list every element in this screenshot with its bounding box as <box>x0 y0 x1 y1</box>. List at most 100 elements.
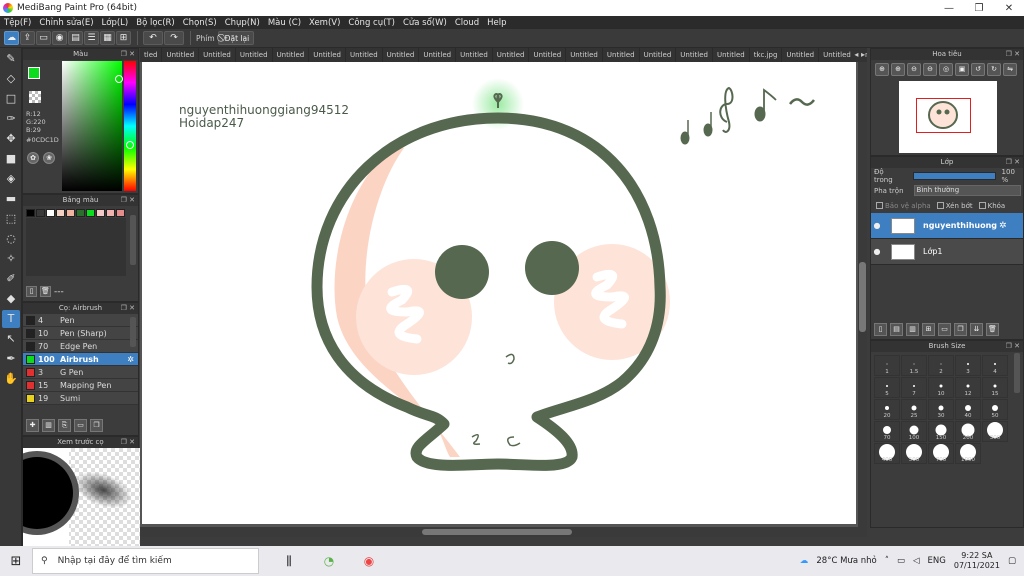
document-tab[interactable]: Untitled <box>236 48 273 62</box>
brush-size-scrollbar[interactable] <box>1014 353 1020 393</box>
list-icon[interactable]: ☰ <box>84 31 99 45</box>
zoom-out-alt-icon[interactable]: ⊖ <box>923 63 937 76</box>
lasso-icon[interactable]: ◌ <box>2 230 20 248</box>
square-select-icon[interactable]: □ <box>2 90 20 108</box>
dropper-icon[interactable]: ✒ <box>2 350 20 368</box>
document-tab[interactable]: Untitled <box>383 48 420 62</box>
select-eraser-icon[interactable]: ◆ <box>2 290 20 308</box>
brush-size-cell[interactable]: 50 <box>982 399 1008 420</box>
vertical-scrollbar[interactable] <box>858 62 867 537</box>
document-tab[interactable]: tled <box>140 48 163 62</box>
operation-icon[interactable]: ↖ <box>2 330 20 348</box>
gear-icon[interactable]: ✲ <box>999 221 1007 231</box>
transparent-swatch[interactable] <box>29 91 41 103</box>
brush-size-cell[interactable]: 30 <box>928 399 954 420</box>
document-tab[interactable]: Untitled <box>782 48 820 62</box>
brush-item[interactable]: 19 Sumi <box>23 392 138 405</box>
eye-icon[interactable]: ● <box>871 247 883 256</box>
menu-filter[interactable]: Bộ lọc(R) <box>132 18 179 28</box>
brush-size-cell[interactable]: 10 <box>928 377 954 398</box>
palette-swatch[interactable] <box>86 209 95 217</box>
merge-layer-icon[interactable]: ⇊ <box>970 323 983 336</box>
add-brush-icon[interactable]: ✚ <box>26 419 39 432</box>
volume-icon[interactable]: ◁ <box>913 556 920 566</box>
fill-rect-icon[interactable]: ■ <box>2 150 20 168</box>
drawing-canvas[interactable]: nguyenthihuonggiang94512 Hoidap247 <box>142 62 856 524</box>
hand-icon[interactable]: ✋ <box>2 370 20 388</box>
brush-size-cell[interactable]: 70 <box>874 421 900 442</box>
comment-icon[interactable]: ▭ <box>36 31 51 45</box>
brush-size-cell[interactable]: 40 <box>955 399 981 420</box>
brush-item[interactable]: 4 Pen <box>23 314 138 327</box>
layer-item-layer1[interactable]: ● Lớp1 <box>871 239 1023 265</box>
brush-size-cell[interactable]: 1 <box>874 355 900 376</box>
brush-item[interactable]: 70 Edge Pen <box>23 340 138 353</box>
brush-size-cell[interactable]: 1000 <box>955 443 981 464</box>
minimize-button[interactable]: — <box>934 3 964 14</box>
palette-swatch[interactable] <box>106 209 115 217</box>
new-palette-icon[interactable]: ▯ <box>26 286 37 297</box>
brush-size-cell[interactable]: 200 <box>955 421 981 442</box>
upload-icon[interactable]: ⇪ <box>20 31 35 45</box>
brush-size-cell[interactable]: 400 <box>874 443 900 464</box>
hue-cursor[interactable] <box>126 141 134 149</box>
brush-size-cell[interactable]: 25 <box>901 399 927 420</box>
eraser-icon[interactable]: ◇ <box>2 70 20 88</box>
duplicate-layer-icon[interactable]: ❐ <box>954 323 967 336</box>
protect-alpha-checkbox[interactable] <box>876 202 883 209</box>
new-halftone-layer-icon[interactable]: ▤ <box>890 323 903 336</box>
brush-item[interactable]: 3 G Pen <box>23 366 138 379</box>
brush-size-cell[interactable]: 20 <box>874 399 900 420</box>
menu-snap[interactable]: Chụp(N) <box>221 18 264 28</box>
document-tab[interactable]: Untitled <box>713 48 750 62</box>
palette-swatch[interactable] <box>56 209 65 217</box>
zoom-in-icon[interactable]: ⊕ <box>875 63 889 76</box>
palette-swatch[interactable] <box>36 209 45 217</box>
task-view-icon[interactable]: ⫼ <box>269 554 309 569</box>
color-picker-mode-icon[interactable]: ❀ <box>43 152 55 164</box>
flip-icon[interactable]: ⇋ <box>1003 63 1017 76</box>
delete-palette-icon[interactable]: 🗑 <box>40 286 51 297</box>
new-layer-icon[interactable]: ▯ <box>874 323 887 336</box>
navigator-view-rect[interactable] <box>916 98 971 133</box>
actual-size-icon[interactable]: ▣ <box>955 63 969 76</box>
brush-size-cell[interactable]: 100 <box>901 421 927 442</box>
move-icon[interactable]: ✥ <box>2 130 20 148</box>
blend-mode-select[interactable]: Bình thường <box>913 185 1021 196</box>
menu-tools[interactable]: Công cụ(T) <box>344 18 399 28</box>
clipping-checkbox[interactable] <box>936 202 944 209</box>
lock-checkbox[interactable] <box>978 202 986 209</box>
document-tab[interactable]: Untitled <box>456 48 493 62</box>
palette-swatch[interactable] <box>76 209 85 217</box>
menu-color[interactable]: Màu (C) <box>264 18 305 28</box>
layer-item-text[interactable]: ● nguyenthihuong ✲ <box>871 213 1023 239</box>
delete-layer-icon[interactable]: 🗑 <box>986 323 999 336</box>
brush-item[interactable]: 15 Mapping Pen <box>23 379 138 392</box>
brush-size-cell[interactable]: 15 <box>982 377 1008 398</box>
brush-size-cell[interactable]: 150 <box>928 421 954 442</box>
fit-icon[interactable]: ◎ <box>939 63 953 76</box>
panel-close-icon[interactable]: ❐ ✕ <box>121 49 135 60</box>
document-tab[interactable]: Untitled <box>529 48 567 62</box>
zoom-out-icon[interactable]: ⊖ <box>907 63 921 76</box>
document-tab[interactable]: Untitled <box>273 48 310 62</box>
menu-layer[interactable]: Lớp(L) <box>98 18 133 28</box>
brush-size-cell[interactable]: 300 <box>982 421 1008 442</box>
brush-size-cell[interactable]: 500 <box>901 443 927 464</box>
document-tab[interactable]: Untitled <box>640 48 677 62</box>
menu-window[interactable]: Cửa sổ(W) <box>399 18 451 28</box>
hue-slider[interactable] <box>124 61 136 191</box>
menu-help[interactable]: Help <box>483 18 510 28</box>
document-tab[interactable]: Untitled <box>309 48 346 62</box>
language-indicator[interactable]: ENG <box>928 556 946 566</box>
color-wheel-icon[interactable]: ✿ <box>27 152 39 164</box>
document-tab[interactable]: Untitled <box>566 48 603 62</box>
windows-start-icon[interactable]: ⊞ <box>0 554 32 569</box>
saturation-value-picker[interactable] <box>62 61 122 191</box>
chevron-up-icon[interactable]: ˄ <box>885 556 889 566</box>
panel-close-icon[interactable]: ❐ ✕ <box>121 437 135 448</box>
eye-icon[interactable]: ● <box>871 221 883 230</box>
brush-folder-icon[interactable]: ▭ <box>74 419 87 432</box>
document-tab[interactable]: Untitled <box>603 48 640 62</box>
palette-swatch[interactable] <box>26 209 35 217</box>
